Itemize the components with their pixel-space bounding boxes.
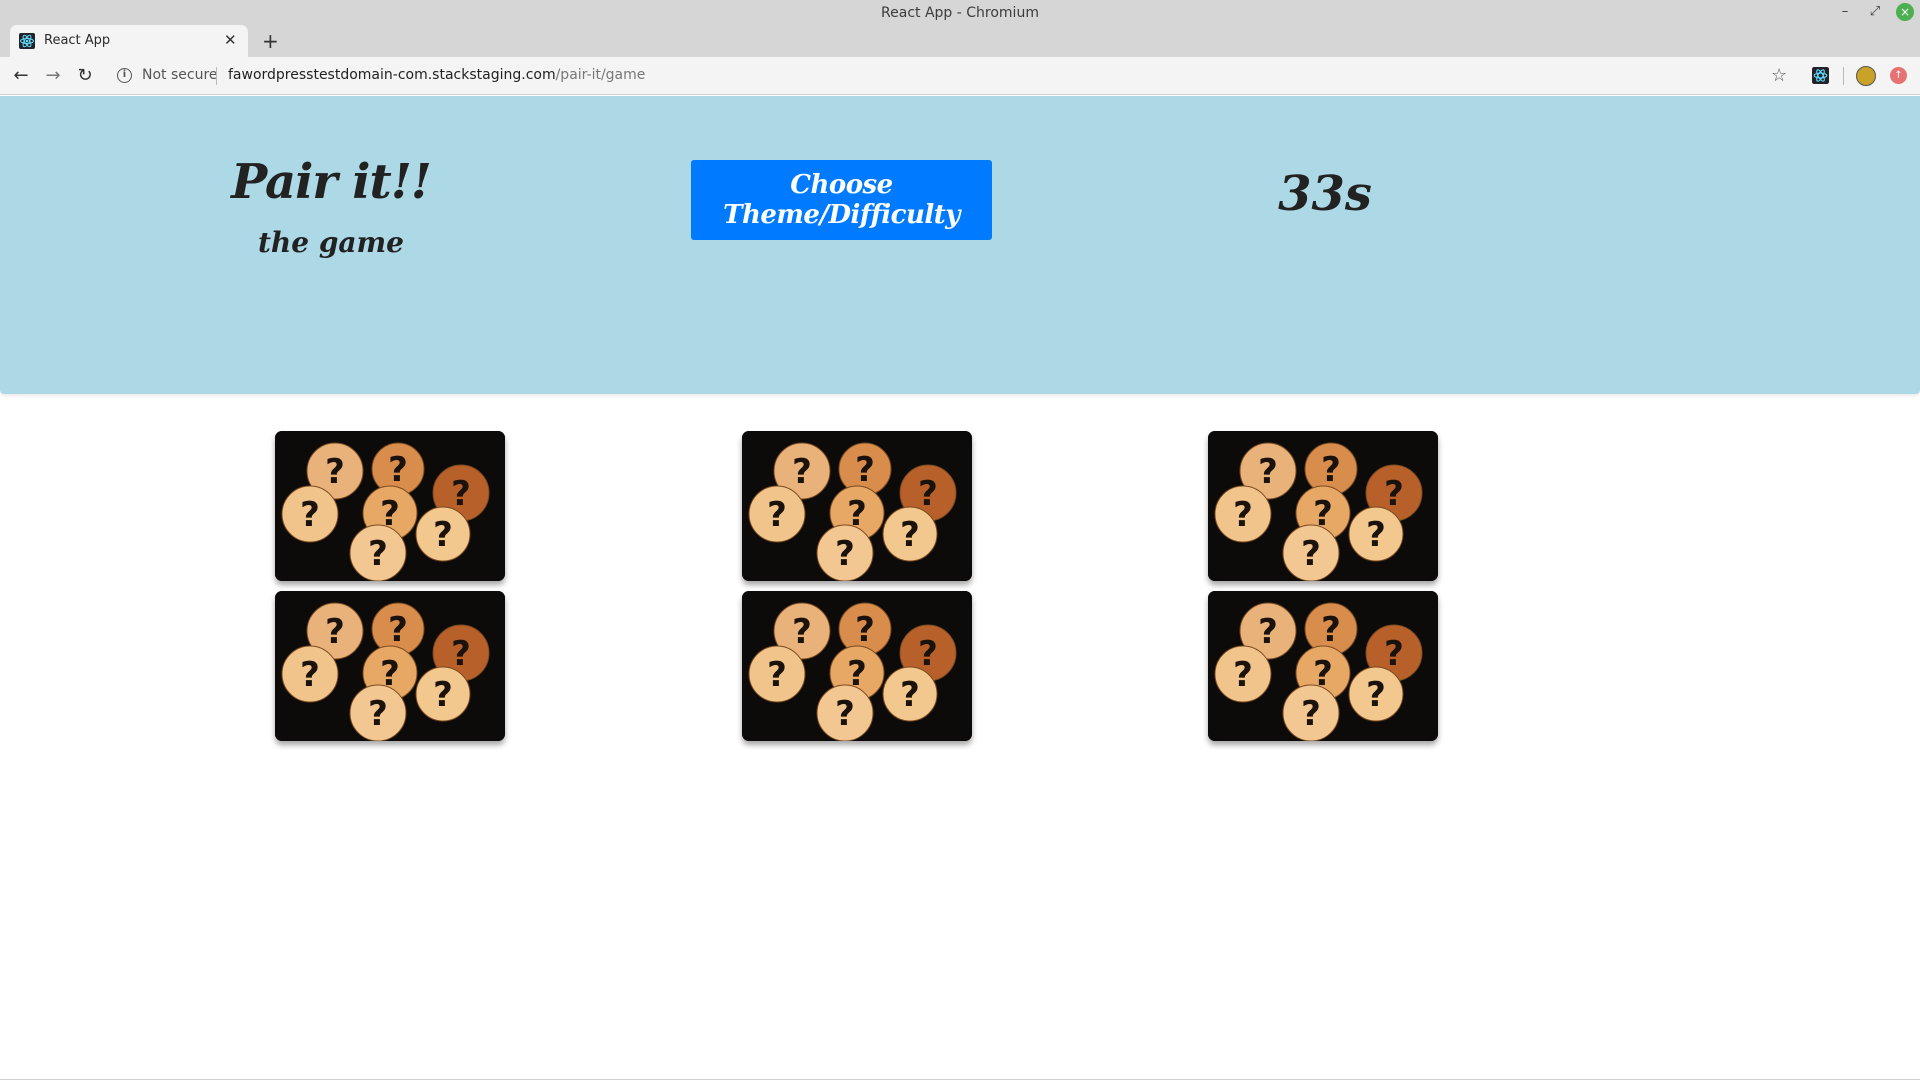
close-window-icon[interactable]: × xyxy=(1896,3,1914,21)
svg-text:?: ? xyxy=(1384,474,1404,514)
svg-text:?: ? xyxy=(325,452,345,492)
reload-icon[interactable]: ↻ xyxy=(72,63,98,89)
svg-text:?: ? xyxy=(792,612,812,652)
svg-text:?: ? xyxy=(1233,655,1253,695)
svg-text:?: ? xyxy=(918,634,938,674)
question-mark-coins-image: ??????? xyxy=(275,431,505,581)
memory-card[interactable]: ??????? xyxy=(275,431,505,581)
svg-text:?: ? xyxy=(300,655,320,695)
svg-text:?: ? xyxy=(855,610,875,650)
window-titlebar: React App - Chromium – ⤢ × xyxy=(0,0,1920,25)
window-title: React App - Chromium xyxy=(881,5,1039,21)
profile-avatar-icon[interactable] xyxy=(1856,66,1876,86)
tab-close-icon[interactable]: ✕ xyxy=(224,31,237,49)
info-icon[interactable]: i xyxy=(117,68,132,83)
maximize-icon[interactable]: ⤢ xyxy=(1866,3,1884,21)
svg-text:?: ? xyxy=(1321,450,1341,490)
bookmark-star-icon[interactable]: ☆ xyxy=(1771,65,1787,86)
svg-text:?: ? xyxy=(1301,534,1321,574)
svg-text:?: ? xyxy=(1301,694,1321,734)
svg-text:?: ? xyxy=(451,634,471,674)
url-path: /pair-it/game xyxy=(555,67,646,83)
svg-text:?: ? xyxy=(1321,610,1341,650)
svg-text:?: ? xyxy=(900,675,920,715)
memory-card[interactable]: ??????? xyxy=(742,431,972,581)
memory-card[interactable]: ??????? xyxy=(275,591,505,741)
svg-text:?: ? xyxy=(433,675,453,715)
svg-text:?: ? xyxy=(1384,634,1404,674)
svg-text:?: ? xyxy=(325,612,345,652)
svg-text:?: ? xyxy=(767,495,787,535)
tab-strip: React App ✕ + xyxy=(0,25,1920,57)
svg-text:?: ? xyxy=(835,534,855,574)
svg-text:?: ? xyxy=(918,474,938,514)
url-separator xyxy=(216,67,217,85)
tab-react-app[interactable]: React App ✕ xyxy=(10,25,248,57)
tab-title: React App xyxy=(44,33,111,48)
game-title: Pair it!! xyxy=(231,154,432,210)
svg-text:?: ? xyxy=(1258,452,1278,492)
question-mark-coins-image: ??????? xyxy=(1208,431,1438,581)
new-tab-icon[interactable]: + xyxy=(262,29,279,53)
svg-text:?: ? xyxy=(835,694,855,734)
svg-text:?: ? xyxy=(767,655,787,695)
svg-text:?: ? xyxy=(900,515,920,555)
memory-card[interactable]: ??????? xyxy=(1208,591,1438,741)
memory-card[interactable]: ??????? xyxy=(1208,431,1438,581)
browser-toolbar: ← → ↻ i Not secure fawordpresstestdomain… xyxy=(0,57,1920,95)
svg-text:?: ? xyxy=(1366,675,1386,715)
svg-text:?: ? xyxy=(1258,612,1278,652)
question-mark-coins-image: ??????? xyxy=(275,591,505,741)
svg-text:?: ? xyxy=(368,534,388,574)
address-bar[interactable]: fawordpresstestdomain-com.stackstaging.c… xyxy=(228,67,645,83)
forward-arrow-icon[interactable]: → xyxy=(40,63,66,89)
svg-text:?: ? xyxy=(368,694,388,734)
question-mark-coins-image: ??????? xyxy=(742,431,972,581)
question-mark-coins-image: ??????? xyxy=(1208,591,1438,741)
svg-text:?: ? xyxy=(433,515,453,555)
react-devtools-extension-icon[interactable] xyxy=(1812,67,1829,84)
browser-menu-icon[interactable]: ↑ xyxy=(1890,67,1907,84)
svg-text:?: ? xyxy=(451,474,471,514)
react-logo-icon xyxy=(19,33,35,49)
toolbar-separator xyxy=(1843,67,1844,85)
back-arrow-icon[interactable]: ← xyxy=(8,63,34,89)
svg-text:?: ? xyxy=(388,610,408,650)
svg-text:?: ? xyxy=(388,450,408,490)
memory-card[interactable]: ??????? xyxy=(742,591,972,741)
url-host: fawordpresstestdomain-com.stackstaging.c… xyxy=(228,67,556,83)
svg-text:?: ? xyxy=(1233,495,1253,535)
question-mark-coins-image: ??????? xyxy=(742,591,972,741)
game-header: Pair it!! the game Choose Theme/Difficul… xyxy=(0,96,1920,394)
svg-text:?: ? xyxy=(855,450,875,490)
page-content: Pair it!! the game Choose Theme/Difficul… xyxy=(0,96,1920,1080)
minimize-icon[interactable]: – xyxy=(1836,3,1854,21)
game-subtitle: the game xyxy=(257,226,404,259)
svg-text:?: ? xyxy=(300,495,320,535)
svg-text:?: ? xyxy=(792,452,812,492)
svg-text:?: ? xyxy=(1366,515,1386,555)
choose-theme-difficulty-button[interactable]: Choose Theme/Difficulty xyxy=(691,160,992,240)
security-label[interactable]: Not secure xyxy=(142,67,218,83)
timer: 33s xyxy=(1278,166,1372,222)
